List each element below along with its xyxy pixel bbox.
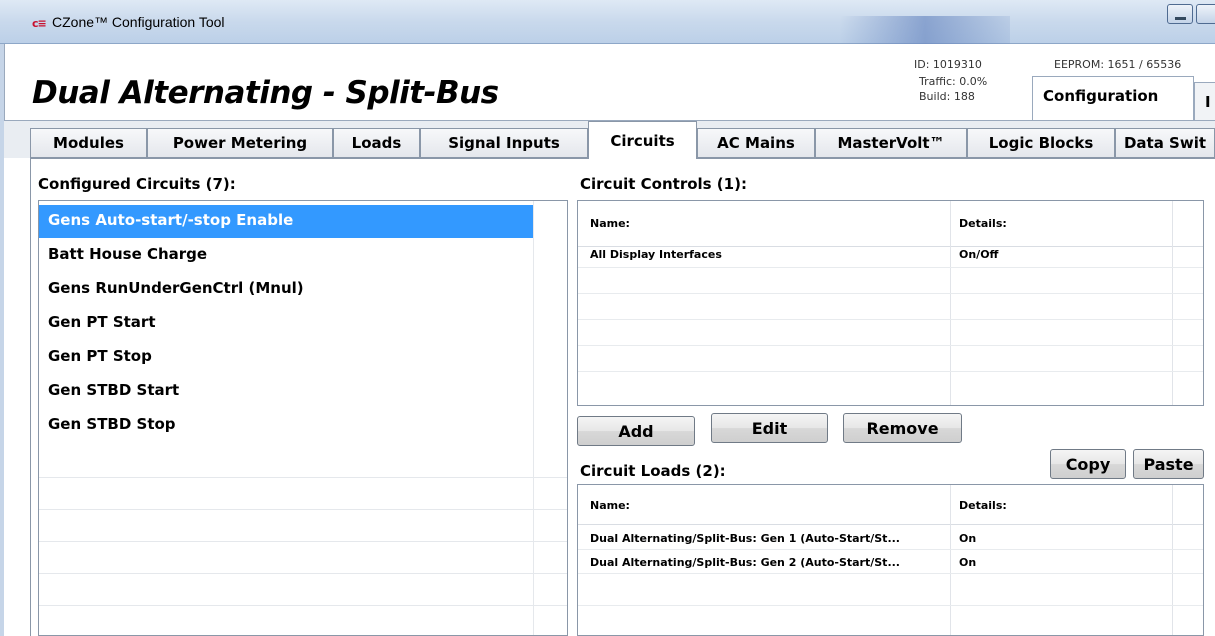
table-cell-details[interactable]: On (959, 556, 976, 569)
list-row-divider (39, 541, 567, 542)
add-button[interactable]: Add (577, 416, 695, 446)
grid-row-divider (578, 605, 1203, 606)
circuit-controls-grid[interactable]: Name: Details: All Display Interfaces On… (577, 200, 1204, 406)
device-id-label: ID: 1019310 (914, 58, 982, 71)
grid-row-divider (578, 319, 1203, 320)
grid-row-divider (578, 293, 1203, 294)
tab-loads[interactable]: Loads (333, 128, 420, 158)
eeprom-label: EEPROM: 1651 / 65536 (1054, 58, 1182, 71)
grid-row-divider (578, 549, 1203, 550)
grid-column-divider (950, 485, 951, 635)
circuit-controls-heading: Circuit Controls (1): (580, 175, 747, 193)
tab-circuits[interactable]: Circuits (588, 121, 697, 159)
build-label: Build: 188 (919, 90, 975, 103)
tab-mastervolt[interactable]: MasterVolt™ (815, 128, 967, 158)
maximize-button[interactable] (1196, 4, 1215, 24)
list-item[interactable]: Gens RunUnderGenCtrl (Mnul) (39, 273, 533, 306)
window-title: CZone™ Configuration Tool (52, 14, 225, 30)
configured-circuits-list[interactable]: Gens Auto-start/-stop Enable Batt House … (38, 200, 568, 636)
column-header-details: Details: (959, 499, 1007, 512)
edit-button[interactable]: Edit (711, 413, 828, 443)
grid-header (578, 201, 1203, 247)
page-title: Dual Alternating - Split-Bus (32, 75, 499, 111)
tab-logic-blocks[interactable]: Logic Blocks (967, 128, 1115, 158)
list-item[interactable]: Gen STBD Stop (39, 409, 533, 442)
list-column-divider (533, 201, 534, 635)
tab-modules[interactable]: Modules (30, 128, 147, 158)
list-item[interactable]: Gen PT Start (39, 307, 533, 340)
circuit-loads-grid[interactable]: Name: Details: Dual Alternating/Split-Bu… (577, 484, 1204, 636)
tab-ac-mains[interactable]: AC Mains (697, 128, 815, 158)
grid-column-divider (1172, 485, 1173, 635)
table-cell-name[interactable]: Dual Alternating/Split-Bus: Gen 2 (Auto-… (590, 556, 900, 569)
table-cell-name[interactable]: All Display Interfaces (590, 248, 722, 261)
configured-circuits-heading: Configured Circuits (7): (38, 175, 236, 193)
list-item[interactable]: Gen PT Stop (39, 341, 533, 374)
grid-row-divider (578, 345, 1203, 346)
list-item[interactable]: Gen STBD Start (39, 375, 533, 408)
grid-header (578, 485, 1203, 525)
tab-next[interactable]: I (1194, 82, 1215, 120)
list-row-divider (39, 477, 567, 478)
grid-row-divider (578, 371, 1203, 372)
czone-logo-icon: c≡ (32, 17, 47, 30)
grid-column-divider (1172, 201, 1173, 405)
column-header-details: Details: (959, 217, 1007, 230)
traffic-label: Traffic: 0.0% (919, 75, 988, 88)
table-cell-details[interactable]: On/Off (959, 248, 998, 261)
grid-row-divider (578, 267, 1203, 268)
titlebar-glow (840, 16, 1010, 44)
paste-button[interactable]: Paste (1133, 449, 1204, 479)
table-cell-name[interactable]: Dual Alternating/Split-Bus: Gen 1 (Auto-… (590, 532, 900, 545)
column-header-name: Name: (590, 217, 630, 230)
tab-data-switching[interactable]: Data Swit (1115, 128, 1215, 158)
tab-power-metering[interactable]: Power Metering (147, 128, 333, 158)
list-item[interactable]: Batt House Charge (39, 239, 533, 272)
tab-signal-inputs[interactable]: Signal Inputs (420, 128, 588, 158)
list-row-divider (39, 573, 567, 574)
list-item[interactable]: Gens Auto-start/-stop Enable (39, 205, 533, 238)
list-row-divider (39, 605, 567, 606)
copy-button[interactable]: Copy (1050, 449, 1126, 479)
column-header-name: Name: (590, 499, 630, 512)
table-cell-details[interactable]: On (959, 532, 976, 545)
grid-column-divider (950, 201, 951, 405)
tab-configuration[interactable]: Configuration (1032, 76, 1194, 120)
remove-button[interactable]: Remove (843, 413, 962, 443)
minimize-button[interactable] (1167, 4, 1193, 24)
list-row-divider (39, 509, 567, 510)
circuit-loads-heading: Circuit Loads (2): (580, 462, 726, 480)
grid-row-divider (578, 573, 1203, 574)
